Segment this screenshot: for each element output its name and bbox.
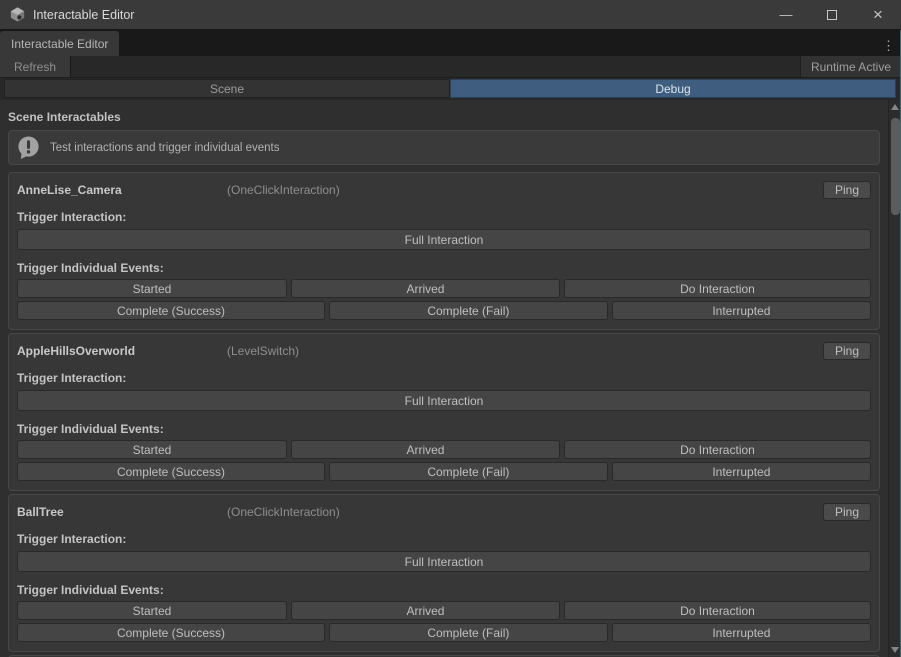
interactable-entry: AppleHillsOverworld (LevelSwitch) Ping T… — [8, 333, 880, 491]
refresh-button[interactable]: Refresh — [0, 56, 71, 77]
event-button-row: Complete (Success) Complete (Fail) Inter… — [17, 301, 871, 320]
arrived-button[interactable]: Arrived — [291, 601, 560, 620]
maximize-icon — [827, 10, 837, 20]
minimize-button[interactable]: — — [763, 0, 809, 29]
full-interaction-button[interactable]: Full Interaction — [17, 390, 871, 411]
window-title: Interactable Editor — [33, 8, 134, 22]
full-interaction-button[interactable]: Full Interaction — [17, 229, 871, 250]
scrollbar-thumb[interactable] — [891, 118, 900, 215]
interactable-type: (OneClickInteraction) — [227, 183, 340, 197]
close-button[interactable]: × — [855, 0, 901, 29]
started-button[interactable]: Started — [17, 601, 287, 620]
unity-cube-icon — [9, 6, 26, 23]
kebab-menu-icon[interactable]: ⋮ — [876, 39, 901, 56]
section-title: Scene Interactables — [8, 110, 880, 124]
trigger-interaction-label: Trigger Interaction: — [17, 210, 871, 224]
entry-header: AnneLise_Camera (OneClickInteraction) Pi… — [17, 181, 871, 199]
trigger-individual-events-label: Trigger Individual Events: — [17, 583, 871, 597]
ping-button[interactable]: Ping — [823, 503, 871, 521]
trigger-individual-events-label: Trigger Individual Events: — [17, 261, 871, 275]
event-button-row: Complete (Success) Complete (Fail) Inter… — [17, 462, 871, 481]
help-text: Test interactions and trigger individual… — [50, 142, 280, 154]
interactable-entry: BallTree (OneClickInteraction) Ping Trig… — [8, 494, 880, 652]
trigger-interaction-label: Trigger Interaction: — [17, 532, 871, 546]
event-button-row: Started Arrived Do Interaction — [17, 440, 871, 459]
content-area: Scene Interactables Test interactions an… — [0, 100, 901, 657]
interrupted-button[interactable]: Interrupted — [612, 462, 871, 481]
triangle-down-icon — [891, 647, 899, 653]
info-bubble-icon — [16, 135, 41, 160]
interactable-name: AppleHillsOverworld — [17, 344, 227, 358]
title-bar: Interactable Editor — × — [0, 0, 901, 30]
triangle-up-icon — [891, 104, 899, 110]
complete-fail-button[interactable]: Complete (Fail) — [329, 462, 608, 481]
interactable-type: (OneClickInteraction) — [227, 505, 340, 519]
do-interaction-button[interactable]: Do Interaction — [564, 440, 871, 459]
tab-interactable-editor[interactable]: Interactable Editor — [0, 31, 119, 56]
entry-header: BallTree (OneClickInteraction) Ping — [17, 503, 871, 521]
view-tab-bar: Scene Debug — [0, 78, 901, 100]
interactable-type: (LevelSwitch) — [227, 344, 299, 358]
arrived-button[interactable]: Arrived — [291, 279, 560, 298]
interactable-name: BallTree — [17, 505, 227, 519]
ping-button[interactable]: Ping — [823, 342, 871, 360]
event-button-row: Complete (Success) Complete (Fail) Inter… — [17, 623, 871, 642]
interrupted-button[interactable]: Interrupted — [612, 301, 871, 320]
interrupted-button[interactable]: Interrupted — [612, 623, 871, 642]
full-interaction-button[interactable]: Full Interaction — [17, 551, 871, 572]
maximize-button[interactable] — [809, 0, 855, 29]
ping-button[interactable]: Ping — [823, 181, 871, 199]
interactable-name: AnneLise_Camera — [17, 183, 227, 197]
toolbar: Refresh Runtime Active — [0, 56, 901, 78]
trigger-individual-events-label: Trigger Individual Events: — [17, 422, 871, 436]
event-button-row: Started Arrived Do Interaction — [17, 601, 871, 620]
complete-success-button[interactable]: Complete (Success) — [17, 623, 325, 642]
trigger-interaction-label: Trigger Interaction: — [17, 371, 871, 385]
tab-scene[interactable]: Scene — [4, 79, 450, 98]
do-interaction-button[interactable]: Do Interaction — [564, 601, 871, 620]
complete-fail-button[interactable]: Complete (Fail) — [329, 301, 608, 320]
runtime-active-button[interactable]: Runtime Active — [800, 56, 901, 77]
tab-debug[interactable]: Debug — [450, 79, 896, 98]
scroll-view: Scene Interactables Test interactions an… — [0, 100, 888, 657]
do-interaction-button[interactable]: Do Interaction — [564, 279, 871, 298]
window-controls: — × — [763, 0, 901, 29]
arrived-button[interactable]: Arrived — [291, 440, 560, 459]
help-box: Test interactions and trigger individual… — [8, 130, 880, 165]
editor-tab-bar: Interactable Editor ⋮ — [0, 30, 901, 56]
complete-fail-button[interactable]: Complete (Fail) — [329, 623, 608, 642]
started-button[interactable]: Started — [17, 279, 287, 298]
complete-success-button[interactable]: Complete (Success) — [17, 301, 325, 320]
entry-header: AppleHillsOverworld (LevelSwitch) Ping — [17, 342, 871, 360]
complete-success-button[interactable]: Complete (Success) — [17, 462, 325, 481]
started-button[interactable]: Started — [17, 440, 287, 459]
interactable-entry: AnneLise_Camera (OneClickInteraction) Pi… — [8, 172, 880, 330]
event-button-row: Started Arrived Do Interaction — [17, 279, 871, 298]
